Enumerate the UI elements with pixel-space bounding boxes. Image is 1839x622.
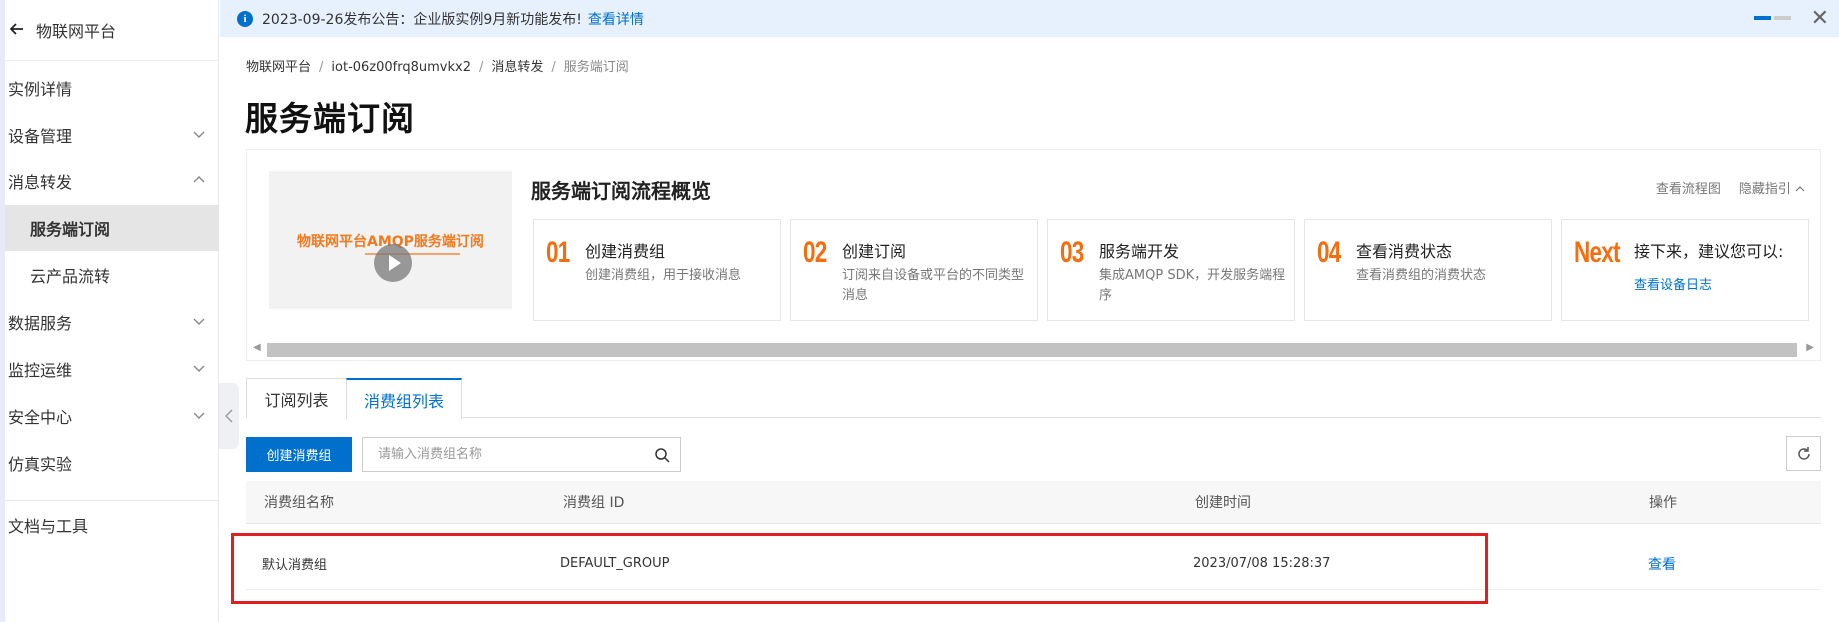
sidebar-item-simulation[interactable]: 仿真实验 — [8, 440, 219, 486]
sidebar-item-instance-details[interactable]: 实例详情 — [8, 65, 219, 111]
sidebar-collapse-handle[interactable] — [219, 383, 239, 449]
tab-bar: 订阅列表 消费组列表 — [246, 378, 1821, 419]
step-number: 01 — [546, 236, 570, 269]
info-icon: i — [237, 10, 253, 27]
intro-video[interactable]: 物联网平台AMQP服务端订阅 — [269, 171, 512, 309]
scrollbar-thumb[interactable] — [267, 343, 1797, 357]
sidebar: 物联网平台 实例详情 设备管理 消息转发 服务端订阅 云产品流转 数据服务 监控… — [0, 0, 219, 622]
sidebar-title: 物联网平台 — [36, 22, 117, 41]
page-title: 服务端订阅 — [245, 99, 415, 138]
step-description: 集成AMQP SDK，开发服务端程序 — [1099, 268, 1286, 303]
step-number: Next — [1574, 236, 1621, 269]
breadcrumb: 物联网平台 / iot-06z00frq8umvkx2/消息转发 / 服务端订阅 — [246, 60, 629, 75]
sidebar-item-cloud-product-flow[interactable]: 云产品流转 — [5, 252, 219, 298]
back-arrow-icon[interactable] — [9, 20, 24, 41]
announcement-pager[interactable] — [1754, 16, 1791, 20]
chevron-down-icon — [193, 365, 205, 372]
step-title: 创建消费组 — [585, 242, 666, 261]
breadcrumb-current: 服务端订阅 — [563, 60, 629, 75]
column-header: 消费组名称 — [264, 495, 334, 511]
step-title: 创建订阅 — [842, 242, 907, 261]
announcement-text: 2023-09-26发布公告：企业版实例9月新功能发布! — [262, 11, 582, 28]
chevron-down-icon — [193, 318, 205, 325]
scroll-left-icon[interactable]: ◀ — [253, 342, 261, 353]
guide-links: 查看流程图 隐藏指引 — [1656, 178, 1805, 197]
step-card: 03 服务端开发 集成AMQP SDK，开发服务端程序 — [1047, 219, 1295, 321]
chevron-left-icon — [225, 409, 233, 423]
sidebar-item-label: 设备管理 — [8, 127, 73, 146]
sidebar-item-docs-tools[interactable]: 文档与工具 — [8, 502, 219, 548]
chevron-down-icon — [193, 412, 205, 419]
pager-dot[interactable] — [1774, 16, 1791, 20]
step-number: 02 — [803, 236, 827, 269]
step-title: 查看消费状态 — [1356, 242, 1453, 261]
sidebar-item-label: 安全中心 — [8, 408, 73, 427]
breadcrumb-item[interactable]: 消息转发 — [491, 60, 543, 75]
column-header: 操作 — [1649, 495, 1677, 511]
view-flowchart-link[interactable]: 查看流程图 — [1656, 178, 1721, 197]
sidebar-divider — [5, 500, 219, 501]
sidebar-separator — [5, 60, 219, 61]
search-box — [362, 437, 681, 472]
sidebar-item-server-subscription[interactable]: 服务端订阅 — [5, 205, 219, 251]
pager-dot[interactable] — [1754, 16, 1771, 20]
sidebar-item-monitoring[interactable]: 监控运维 — [8, 346, 219, 392]
hide-guide-label: 隐藏指引 — [1738, 182, 1791, 197]
step-description: 查看消费组的消费状态 — [1356, 268, 1487, 283]
announcement-link[interactable]: 查看详情 — [588, 9, 644, 29]
column-header: 创建时间 — [1195, 495, 1251, 511]
step-card: 02 创建订阅 订阅来自设备或平台的不同类型消息 — [790, 219, 1038, 321]
sidebar-item-label: 云产品流转 — [30, 267, 111, 286]
step-title: 接下来，建议您可以: — [1634, 242, 1784, 261]
step-number: 04 — [1317, 236, 1341, 269]
sidebar-item-device-management[interactable]: 设备管理 — [8, 112, 219, 158]
step-title: 服务端开发 — [1099, 242, 1180, 261]
hide-guide-link[interactable]: 隐藏指引 — [1739, 178, 1805, 197]
announcement-bar: i 2023-09-26发布公告：企业版实例9月新功能发布! 查看详情 ✕ — [220, 0, 1839, 37]
sidebar-item-message-forwarding[interactable]: 消息转发 — [8, 158, 219, 204]
flow-guide-card: 物联网平台AMQP服务端订阅 服务端订阅流程概览 查看流程图 隐藏指引 01 创… — [246, 149, 1821, 361]
refresh-icon — [1797, 446, 1810, 460]
refresh-button[interactable] — [1786, 436, 1821, 471]
search-icon[interactable] — [654, 447, 670, 463]
sidebar-item-label: 仿真实验 — [8, 455, 73, 474]
close-icon[interactable]: ✕ — [1811, 6, 1829, 31]
sidebar-header[interactable]: 物联网平台 — [9, 18, 117, 42]
guide-title: 服务端订阅流程概览 — [531, 179, 711, 203]
table-header: 消费组名称 消费组 ID 创建时间 操作 — [246, 481, 1821, 524]
chevron-up-icon — [193, 176, 205, 183]
sidebar-item-label: 数据服务 — [8, 314, 73, 333]
create-consumer-group-button[interactable]: 创建消费组 — [246, 437, 352, 472]
sidebar-stripe — [0, 0, 5, 622]
step-description: 创建消费组，用于接收消息 — [585, 268, 742, 283]
view-device-log-link[interactable]: 查看设备日志 — [1634, 274, 1712, 293]
breadcrumb-item[interactable]: iot-06z00frq8umvkx2 — [331, 60, 471, 75]
step-number: 03 — [1060, 236, 1084, 269]
column-header: 消费组 ID — [563, 495, 625, 511]
view-link[interactable]: 查看 — [1648, 538, 1676, 589]
chevron-up-icon — [1795, 186, 1805, 192]
scroll-right-icon[interactable]: ▶ — [1806, 342, 1814, 353]
play-icon[interactable] — [374, 244, 412, 282]
breadcrumb-item[interactable]: 物联网平台 — [246, 60, 311, 75]
search-input[interactable] — [363, 438, 643, 471]
sidebar-item-label: 实例详情 — [8, 80, 73, 99]
sidebar-item-data-service[interactable]: 数据服务 — [8, 299, 219, 345]
step-description: 订阅来自设备或平台的不同类型消息 — [842, 268, 1025, 303]
step-card: 04 查看消费状态 查看消费组的消费状态 — [1304, 219, 1552, 321]
step-card: 01 创建消费组 创建消费组，用于接收消息 — [533, 219, 781, 321]
sidebar-item-label: 文档与工具 — [8, 517, 89, 536]
tab-consumer-group-list[interactable]: 消费组列表 — [346, 378, 462, 419]
highlight-box — [231, 533, 1488, 604]
sidebar-item-label: 消息转发 — [8, 173, 73, 192]
tab-subscription-list[interactable]: 订阅列表 — [246, 378, 347, 418]
sidebar-item-label: 监控运维 — [8, 361, 73, 380]
chevron-down-icon — [193, 131, 205, 138]
sidebar-item-security-center[interactable]: 安全中心 — [8, 393, 219, 439]
step-card-next: Next 接下来，建议您可以: 查看设备日志 — [1561, 219, 1809, 321]
horizontal-scrollbar[interactable]: ◀ ▶ — [249, 340, 1818, 358]
sidebar-item-label: 服务端订阅 — [30, 220, 111, 239]
